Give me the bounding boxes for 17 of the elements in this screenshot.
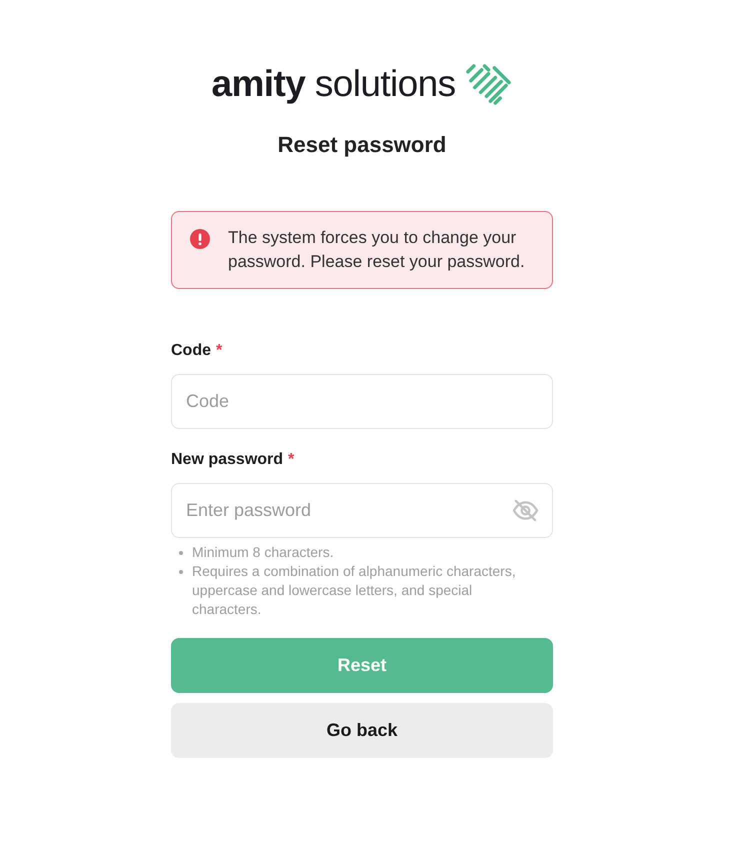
password-hint: Requires a combination of alphanumeric characters, uppercase and lowercase letters, and special characters. <box>192 562 517 619</box>
bullet-icon <box>179 551 183 555</box>
page-title: Reset password <box>276 132 448 158</box>
required-asterisk: * <box>216 341 222 361</box>
password-field[interactable]: Enter password <box>171 483 553 538</box>
stripes-logo-icon <box>465 62 512 106</box>
field-label: New password <box>171 450 284 470</box>
go-back-button[interactable]: Go back <box>171 703 553 758</box>
input-field[interactable]: Code <box>171 374 553 429</box>
password-hint: Minimum 8 characters. <box>192 543 334 562</box>
exclamation-icon <box>190 229 210 249</box>
alert-message: The system forces you to change your password. Please reset your password. <box>228 227 526 273</box>
bullet-icon <box>179 570 183 574</box>
required-asterisk: * <box>288 450 294 470</box>
logo-wordmark: amity solutions <box>212 62 456 106</box>
eye-slash-icon[interactable] <box>512 499 539 522</box>
field-label: Code <box>171 341 211 361</box>
